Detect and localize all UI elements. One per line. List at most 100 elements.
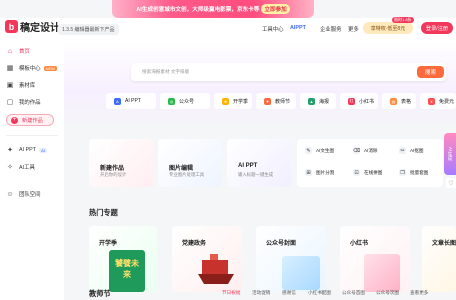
team-icon: ☺: [6, 190, 14, 198]
quick-label: 免费元: [439, 98, 455, 105]
login-register-button[interactable]: 登录/注册: [421, 22, 453, 34]
material-icon: ▣: [6, 82, 14, 89]
tab-view-more[interactable]: 查看更多: [410, 290, 428, 296]
batch-icon: ❐: [399, 169, 406, 176]
hot-card-long-image[interactable]: 文章长图: [422, 226, 456, 292]
sidebar-item-label: 首页: [19, 49, 30, 55]
tool-image-split[interactable]: ⊞ 图片分割: [305, 169, 334, 176]
card-subtitle: 开启你的设计: [100, 172, 127, 177]
sidebar-item-my-works[interactable]: ▢ 我的作品: [6, 96, 41, 108]
quick-school[interactable]: ★ 开学季: [214, 93, 252, 109]
plus-icon: +: [11, 116, 18, 124]
quick-label: 教师节: [275, 98, 291, 105]
nav-aippt[interactable]: AIPPT: [290, 25, 306, 31]
vip-button[interactable]: 享特权·低至8元: [363, 22, 413, 34]
ai-ppt-icon: A: [114, 97, 121, 105]
card-image-edit[interactable]: 图片编辑 专业图片处理工具: [158, 139, 222, 187]
quick-label: 表格: [401, 98, 412, 105]
poster-icon: ▲: [308, 97, 315, 105]
section-title-teacher: 教师节: [89, 289, 111, 298]
tool-label: AI文生图: [316, 147, 335, 153]
sidebar-item-ai-ppt[interactable]: ✦ AI PPT AI: [6, 144, 47, 156]
quick-teacher[interactable]: ♥ 教师节: [256, 93, 296, 109]
favorite-icon[interactable]: ♡: [446, 178, 456, 188]
hot-card-xiaohongshu[interactable]: 小红书: [340, 226, 410, 292]
hot-card-wechat-cover[interactable]: 公众号封面: [256, 226, 326, 292]
hot-card-label: 文章长图: [432, 241, 456, 247]
sidebar-item-templates[interactable]: ▦ 模板中心 NEW: [6, 62, 57, 74]
tool-label: 在线拼图: [364, 169, 383, 175]
table-icon: ▤: [390, 97, 397, 105]
new-work-button[interactable]: + 新建作品: [6, 114, 54, 126]
sidebar-item-team[interactable]: ☺ 团队空间: [6, 188, 41, 200]
tab-xiaohongshu-image[interactable]: 小红书配图: [308, 290, 331, 296]
slogan-badge[interactable]: 1.3.5 编辑器最新下产品: [58, 24, 119, 35]
card-title: 图片编辑: [169, 166, 194, 172]
quick-label: 海报: [319, 98, 330, 105]
banner-cta-button[interactable]: 立即参加: [261, 4, 290, 14]
tool-label: AI消除: [364, 147, 378, 153]
sidebar-item-label: AI PPT: [19, 147, 37, 153]
card-ai-ppt[interactable]: AI PPT 输入标题一键生成: [227, 139, 291, 187]
sidebar-item-label: 团队空间: [19, 192, 41, 198]
nav-more[interactable]: 更多: [348, 25, 359, 33]
sidebar-item-label: 素材库: [19, 83, 36, 89]
cutout-icon: ✂: [399, 147, 406, 154]
vip-discount-tag: 限时1.8折: [392, 17, 414, 23]
logo[interactable]: b 稿定设计: [5, 19, 60, 34]
ai-badge: AI: [39, 147, 47, 153]
collage-icon: ⊡: [353, 169, 360, 176]
sidebar-item-home[interactable]: ⌂ 首页: [6, 45, 30, 57]
tab-wechat-second[interactable]: 公众号次图: [376, 290, 399, 296]
nav-enterprise[interactable]: 企业服务: [320, 25, 342, 33]
ai-icon: ✦: [7, 147, 13, 154]
magic-icon: ✧: [7, 164, 13, 171]
hot-card-party[interactable]: 党建政务: [172, 226, 242, 292]
school-icon: ★: [222, 97, 229, 105]
card-new-work[interactable]: 新建作品 开启你的设计: [89, 139, 153, 187]
tab-thank-letter[interactable]: 感谢信: [282, 290, 296, 296]
sidebar-item-ai-tools[interactable]: ✧ AI工具: [6, 161, 35, 173]
quick-ai-ppt[interactable]: A AI PPT: [106, 93, 156, 109]
text-image-icon: ✎: [305, 147, 312, 154]
tool-label: 批量套图: [410, 169, 429, 175]
quick-xiaohongshu[interactable]: 红小红书: [340, 93, 378, 109]
tool-ai-cutout[interactable]: ✂ AI抠图: [399, 147, 424, 154]
tool-ai-erase[interactable]: ⌫ AI消除: [353, 147, 378, 154]
sidebar-divider: [6, 135, 58, 136]
section-title-hot: 热门专题: [89, 208, 118, 217]
quick-poster[interactable]: ▲ 海报: [300, 93, 336, 109]
tool-collage[interactable]: ⊡ 在线拼图: [353, 169, 382, 176]
teacher-icon: ♥: [264, 97, 271, 105]
free-icon: ¥: [428, 97, 435, 105]
sidebar-item-materials[interactable]: ▣ 素材库: [6, 79, 36, 91]
tools-panel: ✎ AI文生图 ⌫ AI消除 ✂ AI抠图 ⊞ 图片分割 ⊡ 在线拼图 ❐ 批量套图: [297, 139, 443, 187]
quick-table[interactable]: ▤ 表格: [382, 93, 416, 109]
tool-batch[interactable]: ❐ 批量套图: [399, 169, 428, 176]
search-input[interactable]: 搜索海报素材 文字排版: [142, 69, 189, 75]
quick-label: 开学季: [233, 98, 249, 105]
folder-icon: ▢: [6, 99, 14, 106]
quick-wechat[interactable]: ◎ 公众号: [160, 93, 210, 109]
hot-card-school[interactable]: 开学季 饕餮未来: [89, 226, 157, 292]
nav-tools[interactable]: 工具中心: [262, 25, 284, 33]
logo-mark-icon: b: [5, 20, 18, 33]
search-bar[interactable]: 搜索海报素材 文字排版 搜索: [131, 63, 446, 81]
tab-festival-wishes[interactable]: 节日祝福: [222, 290, 240, 296]
hot-card-label: 公众号封面: [266, 241, 297, 247]
quick-free[interactable]: ¥ 免费元: [420, 93, 456, 109]
new-badge: NEW: [43, 65, 57, 71]
xiaohongshu-icon: 红: [348, 97, 355, 105]
floating-ai-button[interactable]: AI生成: [444, 133, 456, 175]
tab-promotion[interactable]: 活动促销: [252, 290, 270, 296]
card-title: AI PPT: [238, 163, 258, 169]
tool-label: AI抠图: [410, 147, 424, 153]
card-subtitle: 输入标题一键生成: [238, 172, 274, 177]
quick-label: AI PPT: [125, 98, 141, 104]
search-button[interactable]: 搜索: [417, 66, 444, 78]
tool-ai-text-to-image[interactable]: ✎ AI文生图: [305, 147, 334, 154]
quick-label: 小红书: [359, 98, 375, 105]
tab-wechat-first[interactable]: 公众号首图: [342, 290, 365, 296]
promo-banner[interactable]: AI生成创意城市文创，大师级赢电影票，京东卡等 立即参加: [112, 0, 314, 18]
new-work-label: 新建作品: [22, 117, 43, 124]
